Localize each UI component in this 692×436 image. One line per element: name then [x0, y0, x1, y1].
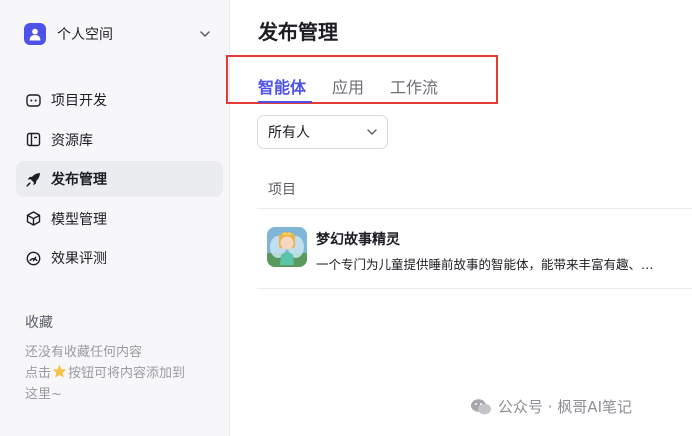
table-row[interactable]: 梦幻故事精灵 一个专门为儿童提供睡前故事的智能体，能带来丰富有趣、… [257, 209, 692, 288]
chevron-down-icon [367, 129, 377, 135]
project-icon [25, 92, 41, 108]
page-title: 发布管理 [258, 20, 338, 44]
favorites-empty-line: 点击 按钮可将内容添加到 [25, 363, 225, 384]
star-icon [52, 364, 67, 378]
wechat-icon [471, 398, 491, 414]
bot-name: 梦幻故事精灵 [316, 232, 400, 248]
watermark-text: 公众号 · 枫哥AI笔记 [498, 398, 632, 416]
bot-description: 一个专门为儿童提供睡前故事的智能体，能带来丰富有趣、… [316, 257, 654, 272]
favorites-empty-prefix: 点击 [25, 366, 52, 381]
space-switcher[interactable]: 个人空间 [14, 14, 220, 54]
sidebar-item-publish[interactable]: 发布管理 [16, 161, 223, 197]
sidebar-nav: 项目开发 资源库 发布管理 模型管理 效果评测 [16, 82, 223, 280]
sidebar-item-models[interactable]: 模型管理 [16, 201, 223, 237]
tab-bar: 智能体 应用 工作流 [226, 55, 498, 104]
model-icon [25, 211, 41, 227]
sidebar-item-project-dev[interactable]: 项目开发 [16, 82, 223, 118]
chevron-down-icon[interactable] [198, 27, 212, 41]
favorites-empty-line: 还没有收藏任何内容 [25, 345, 143, 360]
divider [257, 288, 692, 289]
space-label: 个人空间 [57, 27, 113, 43]
sidebar-item-label: 发布管理 [51, 172, 107, 188]
sidebar-item-label: 资源库 [51, 132, 93, 149]
person-icon [24, 23, 46, 45]
column-header-project: 项目 [268, 182, 296, 198]
sidebar: 个人空间 项目开发 资源库 发布管理 模型管理 效果评测 收藏 还没有收藏任何内… [0, 0, 230, 436]
favorites-empty-message: 还没有收藏任何内容 点击 按钮可将内容添加到 这里~ [25, 342, 225, 405]
gauge-icon [25, 250, 41, 266]
rocket-icon [25, 171, 41, 187]
sidebar-item-library[interactable]: 资源库 [16, 122, 223, 158]
favorites-title: 收藏 [25, 315, 53, 331]
active-tab-indicator [258, 101, 312, 103]
favorites-empty-suffix: 按钮可将内容添加到 [68, 366, 186, 381]
tab-apps[interactable]: 应用 [332, 74, 364, 98]
sidebar-item-label: 效果评测 [51, 251, 107, 267]
sidebar-item-evaluation[interactable]: 效果评测 [16, 240, 223, 276]
favorites-empty-line: 这里~ [25, 387, 62, 402]
watermark: 公众号 · 枫哥AI笔记 [470, 396, 632, 417]
bot-avatar [267, 227, 307, 267]
tab-agents[interactable]: 智能体 [258, 74, 306, 98]
owner-filter-value: 所有人 [268, 125, 310, 141]
owner-filter-select[interactable]: 所有人 [257, 115, 388, 149]
sidebar-item-label: 项目开发 [51, 93, 107, 109]
library-icon [25, 132, 41, 148]
tab-workflows[interactable]: 工作流 [390, 74, 438, 98]
sidebar-item-label: 模型管理 [51, 211, 107, 228]
